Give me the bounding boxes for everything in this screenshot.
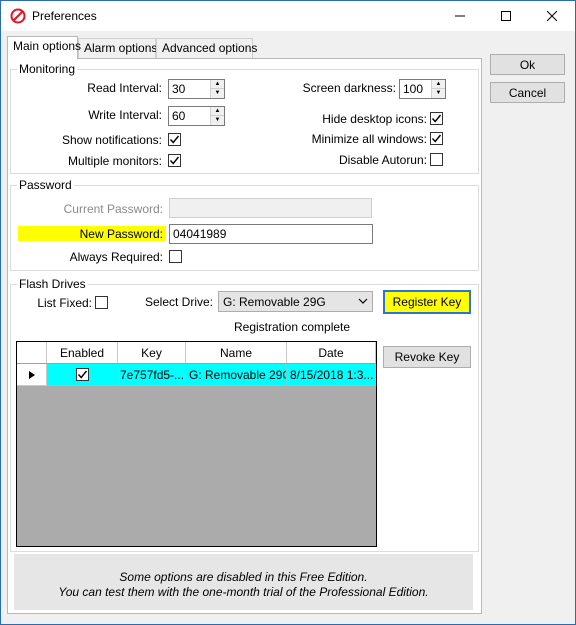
disable-autorun-label: Disable Autorun:	[338, 153, 427, 167]
minimize-all-windows-label: Minimize all windows:	[311, 132, 427, 146]
row-pointer-icon	[28, 370, 35, 379]
spin-up-icon[interactable]: ▲	[211, 80, 224, 89]
read-interval-spinner[interactable]: 30 ▲ ▼	[168, 79, 225, 99]
info-line-1: Some options are disabled in this Free E…	[119, 570, 368, 584]
window-title: Preferences	[32, 9, 97, 23]
registration-status: Registration complete	[234, 320, 351, 334]
read-interval-value: 30	[172, 82, 186, 96]
edition-info-panel: Some options are disabled in this Free E…	[14, 554, 473, 610]
current-password-field[interactable]	[169, 198, 372, 218]
screen-darkness-spinner[interactable]: 100 ▲ ▼	[399, 79, 446, 99]
row-selector[interactable]	[17, 364, 47, 386]
col-header-enabled[interactable]: Enabled	[47, 342, 118, 363]
current-password-label: Current Password:	[63, 202, 163, 216]
checkmark-icon	[431, 114, 442, 123]
close-icon	[547, 11, 557, 21]
cell-date[interactable]: 8/15/2018 1:3...	[287, 364, 376, 386]
close-button[interactable]	[529, 1, 575, 31]
col-header-name[interactable]: Name	[186, 342, 287, 363]
col-header-key[interactable]: Key	[118, 342, 186, 363]
maximize-button[interactable]	[483, 1, 529, 31]
write-interval-spinner[interactable]: 60 ▲ ▼	[168, 106, 225, 126]
write-interval-label: Write Interval:	[88, 108, 162, 122]
spin-up-icon[interactable]: ▲	[211, 107, 224, 116]
multiple-monitors-checkbox[interactable]	[168, 154, 181, 167]
tab-main-options[interactable]: Main options	[7, 36, 81, 59]
row-header-corner	[17, 342, 47, 363]
checkmark-icon	[77, 370, 87, 379]
list-fixed-checkbox[interactable]	[95, 296, 108, 309]
checkmark-icon	[169, 156, 180, 165]
hide-desktop-icons-label: Hide desktop icons:	[322, 112, 427, 126]
always-required-checkbox[interactable]	[169, 250, 182, 263]
read-interval-label: Read Interval:	[87, 81, 162, 95]
password-legend: Password	[17, 178, 74, 192]
hide-desktop-icons-checkbox[interactable]	[430, 112, 443, 125]
cell-key[interactable]: 7e757fd5-...	[118, 364, 186, 386]
monitoring-legend: Monitoring	[17, 62, 78, 76]
spin-down-icon[interactable]: ▼	[432, 89, 445, 98]
tab-advanced-options[interactable]: Advanced options	[156, 38, 257, 58]
spin-down-icon[interactable]: ▼	[211, 89, 224, 98]
drives-grid[interactable]: Enabled Key Name Date 7e757fd5-... G: Re…	[16, 341, 377, 547]
select-drive-label: Select Drive:	[144, 295, 213, 309]
screen-darkness-label: Screen darkness:	[302, 81, 396, 95]
show-notifications-label: Show notifications:	[61, 133, 162, 147]
enabled-checkbox[interactable]	[75, 368, 89, 381]
preferences-window: Preferences Main options Alarm options A…	[0, 0, 576, 625]
show-notifications-checkbox[interactable]	[168, 133, 181, 146]
main-options-page: Monitoring Read Interval: 30 ▲ ▼ Write In…	[7, 58, 482, 614]
grid-header: Enabled Key Name Date	[17, 342, 376, 364]
checkmark-icon	[431, 134, 442, 143]
new-password-field[interactable]: 04041989	[169, 224, 373, 244]
title-bar[interactable]: Preferences	[1, 1, 575, 31]
write-interval-value: 60	[172, 109, 186, 123]
screen-darkness-value: 100	[403, 82, 424, 96]
spin-down-icon[interactable]: ▼	[211, 116, 224, 125]
cell-name[interactable]: G: Removable 29G	[186, 364, 287, 386]
cell-enabled[interactable]	[47, 364, 118, 386]
new-password-label: New Password:	[79, 227, 163, 241]
register-key-button[interactable]: Register Key	[383, 290, 471, 314]
select-drive-value: G: Removable 29G	[223, 295, 326, 309]
select-drive-dropdown[interactable]: G: Removable 29G	[218, 291, 373, 312]
maximize-icon	[501, 11, 511, 21]
spin-up-icon[interactable]: ▲	[432, 80, 445, 89]
list-fixed-label: List Fixed:	[37, 296, 92, 310]
ok-button[interactable]: Ok	[490, 54, 565, 75]
minimize-icon	[455, 15, 465, 17]
disable-autorun-checkbox[interactable]	[430, 153, 443, 166]
flash-drives-legend: Flash Drives	[17, 277, 88, 291]
checkmark-icon	[169, 135, 180, 144]
app-icon	[10, 8, 26, 24]
multiple-monitors-label: Multiple monitors:	[67, 154, 162, 168]
col-header-date[interactable]: Date	[287, 342, 376, 363]
table-row[interactable]: 7e757fd5-... G: Removable 29G 8/15/2018 …	[17, 364, 376, 386]
cancel-button[interactable]: Cancel	[490, 82, 565, 103]
revoke-key-button[interactable]: Revoke Key	[383, 346, 471, 368]
minimize-all-windows-checkbox[interactable]	[430, 132, 443, 145]
tab-alarm-options[interactable]: Alarm options	[78, 38, 157, 58]
minimize-button[interactable]	[437, 1, 483, 31]
chevron-down-icon	[358, 298, 368, 304]
info-line-2: You can test them with the one-month tri…	[58, 585, 429, 599]
always-required-label: Always Required:	[69, 250, 163, 264]
